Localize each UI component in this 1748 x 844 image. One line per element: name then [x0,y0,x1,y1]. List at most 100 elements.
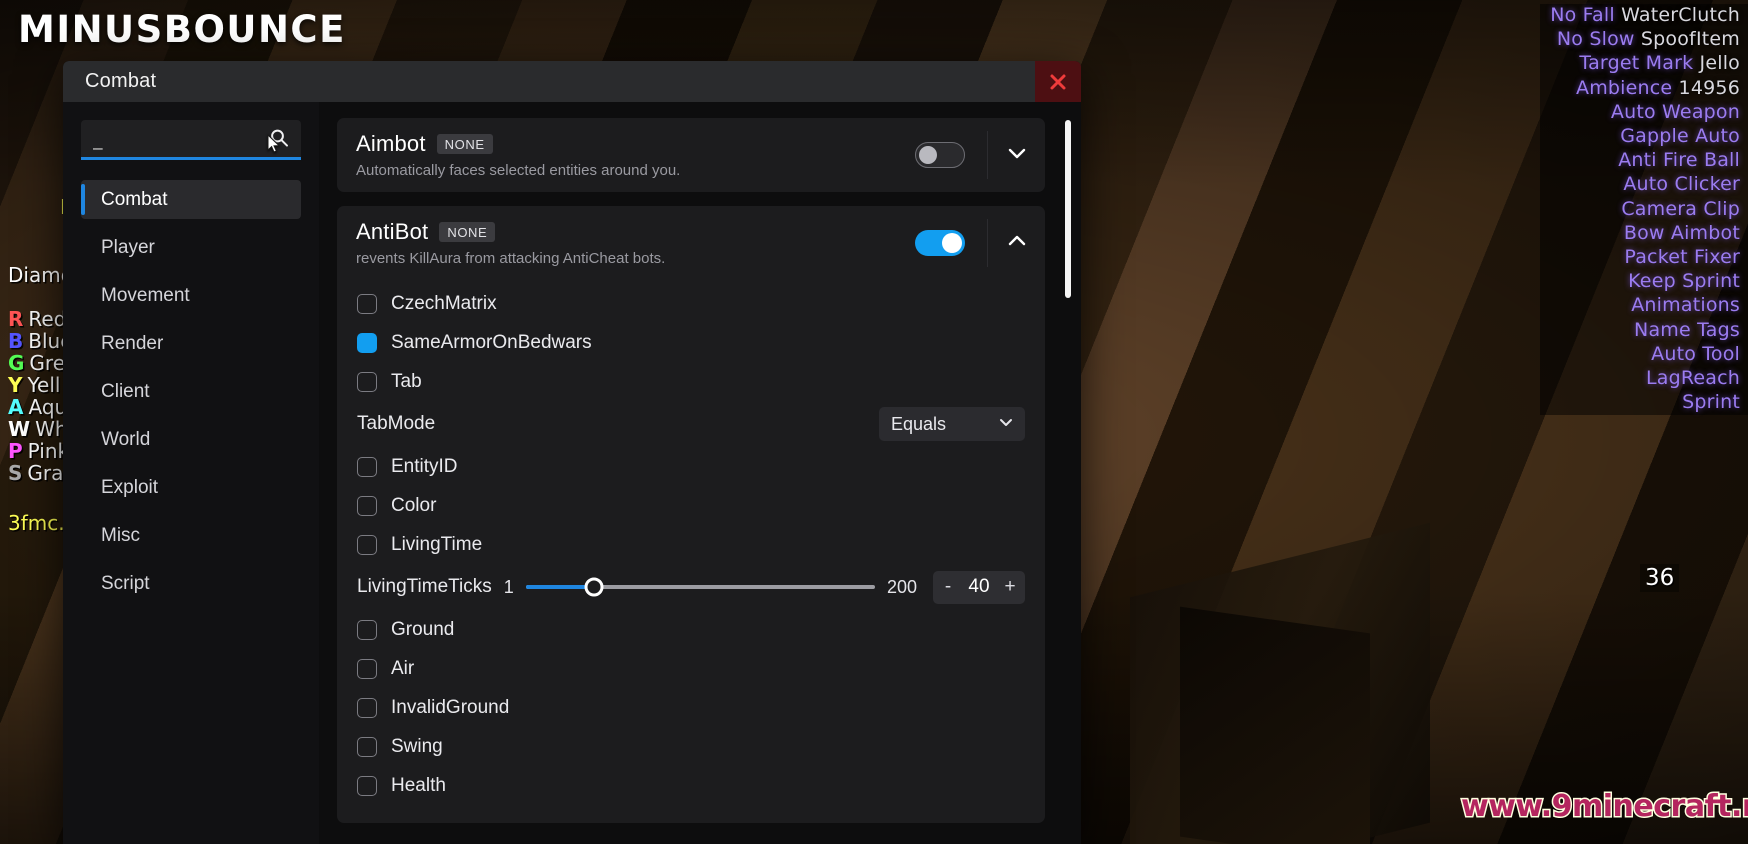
setting-checkbox-row[interactable]: Air [357,649,1025,688]
arraylist-item: LagReach [1540,367,1748,392]
select-tabmode[interactable]: Equals [879,407,1025,441]
setting-checkbox-row[interactable]: CzechMatrix [357,284,1025,323]
setting-label: Swing [391,735,443,757]
setting-label: SameArmorOnBedwars [391,331,592,353]
arraylist-item: Bow Aimbot [1540,221,1748,247]
hud-legend-key: A [8,395,24,419]
arraylist-item: Auto Clicker [1540,173,1748,198]
sidebar-item-label: Render [101,332,164,354]
arraylist-item: Keep Sprint [1540,270,1748,295]
setting-checkbox-row[interactable]: LivingTime [357,525,1025,564]
client-logo: MINUSBOUNCE [18,8,346,51]
checkbox-air[interactable] [357,658,377,679]
module-keybind-badge[interactable]: NONE [439,222,496,242]
sidebar-item-combat[interactable]: Combat [81,180,301,219]
module-toggle[interactable] [915,142,965,168]
module-header: AntiBot NONE revents KillAura from attacki… [337,206,1045,280]
setting-checkbox-row[interactable]: Tab [357,362,1025,401]
checkbox-livingtime[interactable] [357,534,377,555]
arraylist-item-name: Animations [1631,294,1740,317]
checkbox-entityid[interactable] [357,456,377,477]
hud-legend-label: Yell [27,373,61,397]
module-description: revents KillAura from attacking AntiChea… [356,250,666,267]
hud-legend-key: W [8,417,31,441]
hud-legend-label: Aqu [28,395,68,419]
sidebar-item-label: Misc [101,524,141,546]
arraylist-item: No Fall WaterClutch [1540,4,1748,29]
collapse-button[interactable] [987,219,1045,267]
module-keybind-badge[interactable]: NONE [436,134,493,154]
window-titlebar[interactable]: Combat [63,61,1081,102]
module-toggle[interactable] [915,230,965,256]
expand-button[interactable] [987,131,1045,179]
sidebar-item-misc[interactable]: Misc [81,516,301,555]
wood-beam-secondary [1180,606,1370,844]
setting-label: Air [391,657,415,679]
sidebar-item-render[interactable]: Render [81,324,301,363]
module-name-row: AntiBot NONE [356,219,915,245]
arraylist-item-name: Keep Sprint [1628,270,1740,293]
arraylist-item-name: Sprint [1682,391,1740,414]
checkbox-ground[interactable] [357,619,377,640]
sidebar-item-script[interactable]: Script [81,564,301,603]
arraylist-item: Sprint [1540,391,1748,416]
module-name: Aimbot [356,131,426,156]
module-meta: Aimbot NONE Automatically faces selected e… [356,131,915,179]
checkbox-samearmoronbedwars[interactable] [357,332,377,353]
sidebar-item-label: Script [101,572,150,594]
setting-label: Tab [391,370,422,392]
slider-handle[interactable] [584,577,604,597]
arraylist-item-name: Packet Fixer [1624,246,1740,269]
checkbox-health[interactable] [357,775,377,796]
scrollbar-thumb[interactable] [1065,120,1071,298]
sidebar-item-label: World [101,428,151,450]
sidebar-item-movement[interactable]: Movement [81,276,301,315]
sidebar-item-label: Movement [101,284,190,306]
sidebar-item-player[interactable]: Player [81,228,301,267]
setting-slider-row: LivingTimeTicks 1 200-40 + [357,564,1025,610]
arraylist-item: Auto Tool [1540,342,1748,368]
search-box[interactable] [81,120,354,160]
checkbox-swing[interactable] [357,736,377,757]
sidebar-item-client[interactable]: Client [81,372,301,411]
hud-legend-label: Gra [27,461,64,485]
setting-checkbox-row[interactable]: SameArmorOnBedwars [357,323,1025,362]
setting-checkbox-row[interactable]: Swing [357,727,1025,766]
module-toggle-knob [942,233,962,253]
sidebar-item-exploit[interactable]: Exploit [81,468,301,507]
close-button[interactable] [1035,61,1081,102]
setting-label: InvalidGround [391,696,510,718]
setting-checkbox-row[interactable]: Color [357,486,1025,525]
checkbox-czechmatrix[interactable] [357,293,377,314]
arraylist-item: Anti Fire Ball [1540,149,1748,174]
checkbox-color[interactable] [357,495,377,516]
slider-track[interactable] [525,577,875,597]
arraylist-item-name: Auto Weapon [1610,100,1740,123]
arraylist-item: Target Mark Jello [1540,52,1748,77]
setting-label: EntityID [391,455,458,477]
category-sidebar: Combat Player Movement Render Client World Exp… [63,102,354,844]
checkbox-tab[interactable] [357,371,377,392]
arraylist-item-name: Target Mark [1579,52,1694,75]
module-list-area: Aimbot NONE Automatically faces selected e… [319,102,1081,844]
close-icon [1048,72,1068,92]
slider-stepper: -40 + [933,570,1025,604]
setting-checkbox-row[interactable]: Ground [357,610,1025,649]
slider-value: 40 [968,576,990,597]
arraylist-item-name: LagReach [1645,367,1740,390]
decrement-button[interactable]: - [937,576,959,598]
setting-checkbox-row[interactable]: InvalidGround [357,688,1025,727]
hud-legend-key: Y [8,373,23,397]
setting-label: LivingTimeTicks [357,576,492,597]
increment-button[interactable]: + [999,576,1021,598]
sidebar-item-label: Combat [101,188,168,210]
hud-legend-key: B [8,329,24,353]
sidebar-nav: Combat Player Movement Render Client World Exp… [81,180,301,612]
checkbox-invalidground[interactable] [357,697,377,718]
search-input[interactable] [81,126,354,151]
setting-checkbox-row[interactable]: Health [357,766,1025,805]
setting-checkbox-row[interactable]: EntityID [357,447,1025,486]
sidebar-item-world[interactable]: World [81,420,301,459]
setting-label: Ground [391,618,455,640]
module-scroll-container: Aimbot NONE Automatically faces selected e… [337,118,1067,844]
